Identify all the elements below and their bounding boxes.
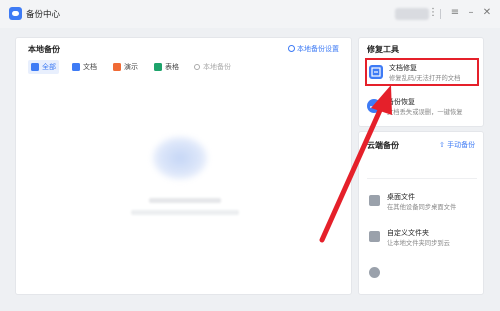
divider: [367, 178, 477, 179]
cloud-icon: [369, 267, 380, 278]
minimize-icon[interactable]: –: [463, 5, 479, 21]
custom-folder-name: 自定义文件夹: [387, 229, 429, 237]
filter-all[interactable]: 全部: [28, 60, 59, 74]
filter-spreadsheets-label: 表格: [165, 63, 179, 71]
filter-all-label: 全部: [42, 63, 56, 71]
cloud-backup-panel: 云端备份 ⇧ 手动备份 桌面文件 在其他设备同步桌面文件 自定义文件夹 让本地文…: [358, 131, 484, 295]
document-repair-desc: 修复乱码/无法打开的文档: [389, 75, 461, 82]
close-icon[interactable]: ✕: [479, 5, 495, 21]
document-repair-name: 文档修复: [389, 64, 417, 72]
local-backup-settings-label: 本地备份设置: [297, 45, 339, 53]
search-placeholder: 本地备份: [203, 63, 231, 71]
backup-restore-icon: [367, 99, 381, 113]
app-title: 备份中心: [26, 10, 61, 20]
upload-icon: ⇧: [439, 141, 445, 149]
cloud-item-desktop-files[interactable]: 桌面文件 在其他设备同步桌面文件: [365, 190, 479, 218]
cloud-backup-title: 云端备份: [367, 141, 399, 150]
local-backup-settings-link[interactable]: 本地备份设置: [288, 44, 339, 54]
spreadsheet-icon: [154, 63, 162, 71]
all-files-icon: [31, 63, 39, 71]
backup-restore-name: 备份恢复: [387, 98, 415, 106]
document-repair-tool[interactable]: 文档修复 修复乱码/无法打开的文档: [365, 58, 479, 86]
titlebar-divider: [440, 9, 441, 19]
search-icon: [194, 64, 200, 70]
local-backup-panel: 本地备份 本地备份设置 全部 文档 演示 表格 本地备份: [15, 37, 352, 295]
document-icon: [72, 63, 80, 71]
local-backup-search[interactable]: 本地备份: [194, 62, 231, 72]
filter-presentations[interactable]: 演示: [110, 60, 141, 74]
backup-logo-icon: [9, 7, 22, 20]
menu-icon[interactable]: ≡: [447, 5, 463, 21]
repair-tools-title: 修复工具: [367, 45, 399, 54]
repair-tools-panel: 修复工具 文档修复 修复乱码/无法打开的文档 备份恢复 文档丢失或误删，一键恢复: [358, 37, 484, 127]
empty-state-text-blurred: [149, 198, 221, 203]
desktop-files-name: 桌面文件: [387, 193, 415, 201]
empty-state-illustration: [152, 136, 208, 180]
folder-icon: [369, 231, 380, 242]
filter-presentations-label: 演示: [124, 63, 138, 71]
settings-icon: [288, 45, 295, 52]
backup-restore-desc: 文档丢失或误删，一键恢复: [387, 109, 463, 116]
desktop-files-desc: 在其他设备同步桌面文件: [387, 204, 457, 211]
manual-backup-label: 手动备份: [447, 141, 476, 149]
user-avatar[interactable]: [395, 8, 429, 20]
filter-documents-label: 文档: [83, 63, 97, 71]
desktop-icon: [369, 195, 380, 206]
empty-state-subtext-blurred: [131, 210, 239, 215]
presentation-icon: [113, 63, 121, 71]
cloud-item-custom-folder[interactable]: 自定义文件夹 让本地文件夹同步到云: [365, 226, 479, 254]
document-repair-icon: [369, 65, 383, 79]
local-backup-title: 本地备份: [28, 45, 60, 54]
backup-restore-tool[interactable]: 备份恢复 文档丢失或误删，一键恢复: [365, 94, 479, 122]
cloud-item-more[interactable]: [365, 262, 479, 290]
title-bar: 备份中心 ⋮ ≡ – ✕: [0, 0, 500, 28]
filter-spreadsheets[interactable]: 表格: [151, 60, 182, 74]
manual-backup-button[interactable]: ⇧ 手动备份: [439, 140, 475, 150]
custom-folder-desc: 让本地文件夹同步到云: [387, 240, 450, 247]
filter-documents[interactable]: 文档: [69, 60, 100, 74]
file-type-filters: 全部 文档 演示 表格 本地备份: [28, 60, 231, 74]
more-icon[interactable]: ⋮: [425, 5, 441, 21]
